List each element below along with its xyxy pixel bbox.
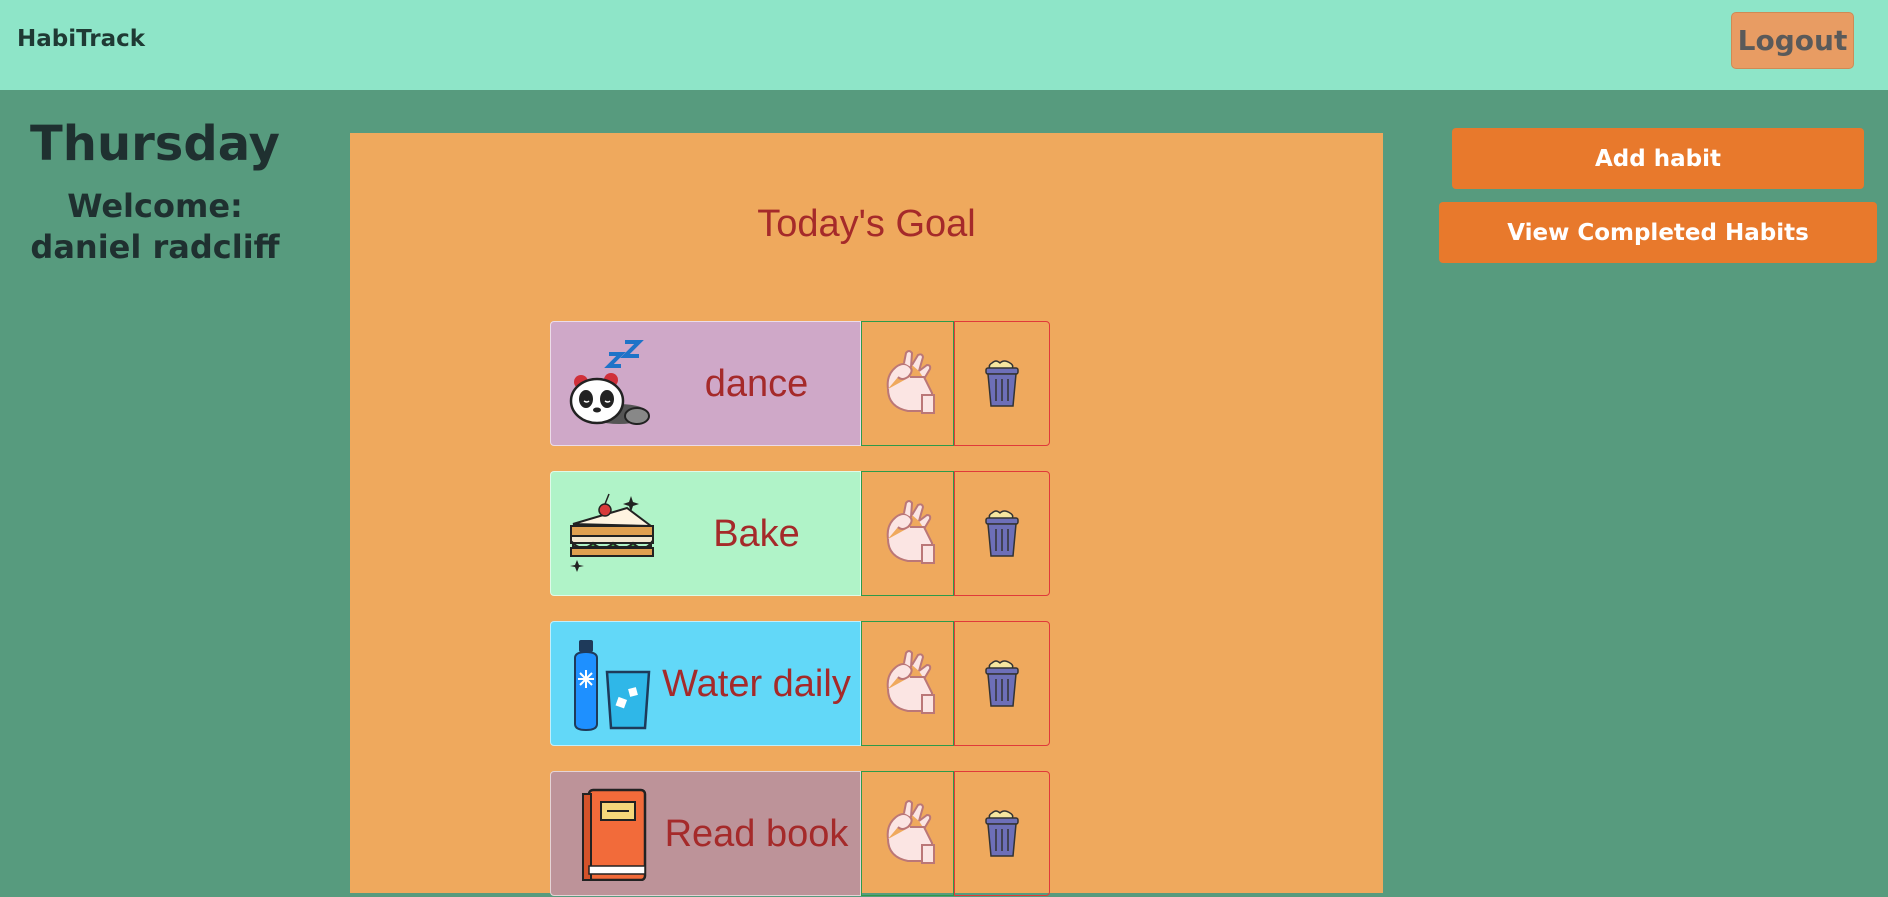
ok-hand-icon [886,649,935,714]
habit-name: Read book [664,813,849,855]
delete-habit-button[interactable] [954,771,1050,896]
view-completed-habits-button[interactable]: View Completed Habits [1439,202,1877,263]
habit-row: Read book [550,771,1050,896]
trash-can-icon [985,659,1019,707]
habit-row: Bake [550,471,1050,596]
welcome-message: Welcome: daniel radcliff [30,187,280,266]
logout-button[interactable]: Logout [1731,12,1854,69]
top-navbar: HabiTrack Logout [0,0,1888,90]
trash-can-icon [985,509,1019,557]
complete-habit-button[interactable] [861,471,954,596]
complete-habit-button[interactable] [861,621,954,746]
habit-card[interactable]: Water daily [550,621,861,746]
brand-logo[interactable]: HabiTrack [17,26,145,52]
trash-can-icon [985,359,1019,407]
habit-card[interactable]: dance [550,321,861,446]
habit-name: dance [704,363,809,405]
habit-row: Water daily [550,621,1050,746]
ok-hand-icon [886,499,935,564]
add-habit-button[interactable]: Add habit [1452,128,1864,189]
complete-habit-button[interactable] [861,771,954,896]
delete-habit-button[interactable] [954,621,1050,746]
trash-can-icon [985,809,1019,857]
habit-name: Bake [713,513,800,555]
delete-habit-button[interactable] [954,471,1050,596]
ok-hand-icon [886,349,935,414]
habit-card[interactable]: Bake [550,471,861,596]
goal-title: Today's Goal [757,203,976,245]
habit-row: dance [550,321,1050,446]
book-icon [582,788,647,881]
water-bottle-glass-icon [574,640,651,731]
sandwich-cake-icon [570,493,655,572]
goal-panel: Today's Goal dance Bake Water daily Read… [350,133,1383,896]
habit-name: Water daily [662,663,851,705]
complete-habit-button[interactable] [861,321,954,446]
day-heading: Thursday [30,116,280,172]
sleeping-panda-icon [569,340,650,425]
delete-habit-button[interactable] [954,321,1050,446]
ok-hand-icon [886,799,935,864]
habit-card[interactable]: Read book [550,771,861,896]
